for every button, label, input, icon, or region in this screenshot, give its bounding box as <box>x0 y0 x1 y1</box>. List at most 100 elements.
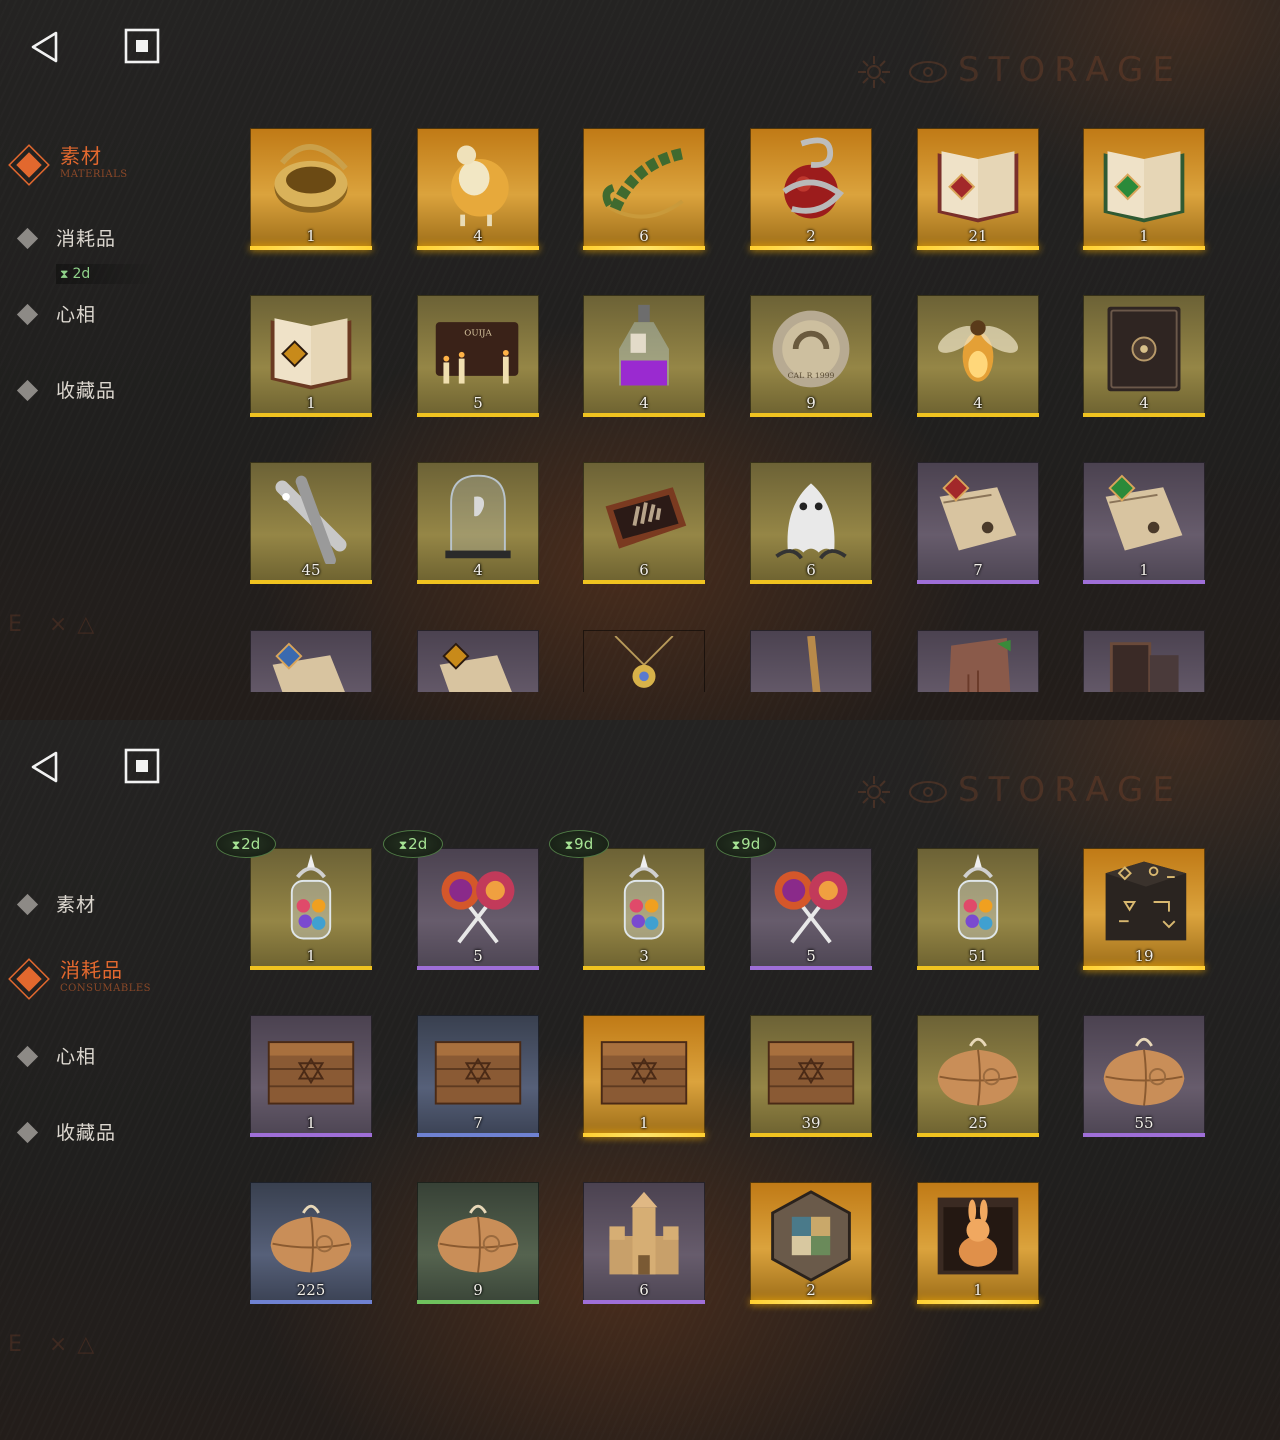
wooden-crate-icon <box>593 1021 695 1117</box>
item-slot[interactable] <box>250 630 372 692</box>
item-slot[interactable]: 1 <box>250 295 372 417</box>
lollipops-icon <box>760 854 862 950</box>
item-grid-partial-row <box>240 628 1220 692</box>
corner-decoration: E ×△ <box>8 612 105 637</box>
rarity-bar <box>250 580 372 584</box>
item-slot[interactable]: 6 <box>583 128 705 250</box>
item-slot[interactable]: 4 <box>583 295 705 417</box>
rarity-bar <box>917 413 1039 417</box>
category-consumables[interactable]: 消耗品 <box>0 214 220 264</box>
item-slot[interactable]: 3 ⧗9d <box>549 830 705 970</box>
storage-watermark: STORAGE <box>858 48 1218 98</box>
rarity-bar <box>917 246 1039 250</box>
back-icon[interactable] <box>28 750 62 784</box>
category-materials[interactable]: 素材 <box>0 880 220 930</box>
item-count: 1 <box>639 1114 649 1132</box>
item-slot[interactable]: 7 <box>917 462 1039 584</box>
item-slot[interactable]: 4 <box>1083 295 1205 417</box>
hourglass-icon: ⧗ <box>398 838 408 852</box>
svg-text:CAL R 1999: CAL R 1999 <box>788 371 835 380</box>
candy-jar-icon <box>593 854 695 950</box>
category-collectibles[interactable]: 收藏品 <box>0 366 220 416</box>
category-consumables[interactable]: 消耗品 CONSUMABLES <box>0 950 220 1000</box>
item-count: 4 <box>473 227 483 245</box>
rarity-bar <box>417 1300 539 1304</box>
back-icon[interactable] <box>28 30 62 64</box>
item-slot[interactable]: 6 <box>583 462 705 584</box>
hand-box-icon <box>593 468 695 564</box>
item-slot[interactable]: 1 ⧗2d <box>216 830 372 970</box>
item-count: 5 <box>473 394 483 412</box>
rarity-bar <box>1083 413 1205 417</box>
item-slot[interactable]: 5 ⧗9d <box>716 830 872 970</box>
corner-decoration: E ×△ <box>8 1332 105 1357</box>
item-slot[interactable]: 4 <box>417 462 539 584</box>
rarity-bar <box>417 1133 539 1137</box>
rarity-bar <box>750 1300 872 1304</box>
item-slot[interactable]: 225 <box>250 1182 372 1304</box>
item-count: 1 <box>306 227 316 245</box>
red-rune-scroll-icon <box>927 468 1029 564</box>
item-slot[interactable]: 1 <box>250 128 372 250</box>
item-slot[interactable]: 2 <box>750 1182 872 1304</box>
lollipops-icon <box>427 854 529 950</box>
rarity-bar <box>1083 966 1205 970</box>
item-slot[interactable]: 1 <box>1083 128 1205 250</box>
item-slot[interactable] <box>1083 630 1205 692</box>
item-slot[interactable]: 7 <box>417 1015 539 1137</box>
active-diamond-icon <box>6 956 52 1002</box>
item-slot[interactable]: 1 <box>583 1015 705 1137</box>
item-slot[interactable]: 9 <box>417 1182 539 1304</box>
hourglass-icon: ⧗ <box>731 838 741 852</box>
category-mindscape[interactable]: 心相 <box>0 290 220 340</box>
item-slot[interactable]: 5 ⧗2d <box>383 830 539 970</box>
item-slot[interactable]: 25 <box>917 1015 1039 1137</box>
brass-disc-icon: CAL R 1999 <box>760 301 862 397</box>
item-slot[interactable]: 51 <box>917 848 1039 970</box>
item-slot[interactable]: 6 <box>583 1182 705 1304</box>
item-slot[interactable]: 1 <box>250 1015 372 1137</box>
item-slot[interactable] <box>417 630 539 692</box>
item-slot[interactable] <box>750 630 872 692</box>
item-slot[interactable]: 1 <box>917 1182 1039 1304</box>
svg-text:OUIJA: OUIJA <box>464 329 492 339</box>
firefly-icon <box>927 301 1029 397</box>
item-slot[interactable]: 19 <box>1083 848 1205 970</box>
ouija-board-icon: OUIJA <box>427 301 529 397</box>
storage-panel-consumables: STORAGE E ×△ 素材 消耗品 CONSUMABLES 心相 收藏品 1… <box>0 720 1280 1440</box>
gold-rune-scroll-icon <box>427 636 529 692</box>
purple-potion-bottle-icon <box>593 301 695 397</box>
item-count: 25 <box>968 1114 988 1132</box>
item-slot[interactable] <box>583 630 705 692</box>
expiry-timer-text: 2d <box>241 835 261 853</box>
item-count: 55 <box>1134 1114 1154 1132</box>
item-slot[interactable]: 21 <box>917 128 1039 250</box>
item-slot[interactable]: 4 <box>417 128 539 250</box>
item-slot[interactable]: OUIJA 5 <box>417 295 539 417</box>
item-slot[interactable]: 4 <box>917 295 1039 417</box>
item-slot[interactable]: 1 <box>1083 462 1205 584</box>
item-slot[interactable]: 2 <box>750 128 872 250</box>
rarity-bar <box>417 580 539 584</box>
item-count: 51 <box>968 947 988 965</box>
expiry-timer-text: 2d <box>408 835 428 853</box>
item-count: 3 <box>639 947 649 965</box>
rarity-bar <box>417 246 539 250</box>
category-materials[interactable]: 素材 MATERIALS <box>0 136 220 186</box>
category-collectibles[interactable]: 收藏品 <box>0 1108 220 1158</box>
item-slot[interactable] <box>917 630 1039 692</box>
diamond-icon <box>16 227 39 250</box>
category-mindscape[interactable]: 心相 <box>0 1032 220 1082</box>
home-icon[interactable] <box>124 748 160 784</box>
item-slot[interactable]: 39 <box>750 1015 872 1137</box>
green-rune-book-icon <box>1093 134 1195 230</box>
item-slot[interactable]: 55 <box>1083 1015 1205 1137</box>
item-slot[interactable]: 6 <box>750 462 872 584</box>
rune-chest-icon <box>1093 854 1195 950</box>
item-slot[interactable]: 45 <box>250 462 372 584</box>
item-count: 2 <box>806 1281 816 1299</box>
item-count: 1 <box>306 947 316 965</box>
item-slot[interactable]: CAL R 1999 9 <box>750 295 872 417</box>
item-count: 6 <box>639 1281 649 1299</box>
home-icon[interactable] <box>124 28 160 64</box>
